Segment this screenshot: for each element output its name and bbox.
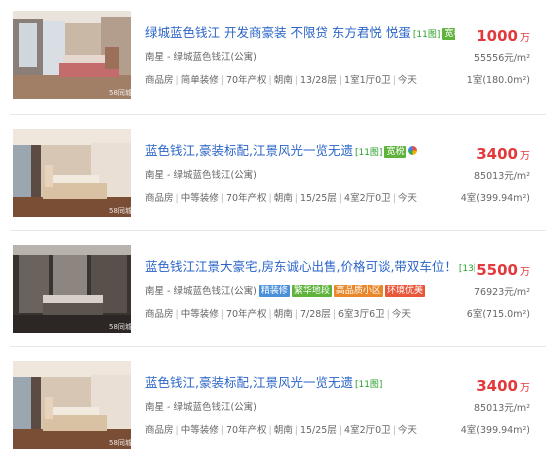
meta-orientation: 朝南 [273, 75, 293, 86]
meta-rooms: 4室2厅0卫 [344, 425, 391, 436]
price-unit: 万 [520, 383, 530, 394]
listing-meta: 商品房 | 简单装修 | 70年产权 | 朝南 | 13/28层 | 1室1厅0卫 | 今天 [145, 75, 417, 86]
multicolor-circle-icon [408, 146, 418, 155]
bedroom-photo: 58同城 [13, 11, 131, 99]
meta-rooms: 6室3厅6卫 [338, 309, 385, 320]
listing-photo[interactable]: 58同城 [13, 361, 131, 449]
meta-floor: 15/25层 [299, 425, 337, 436]
photo-count: [11图] [354, 148, 383, 158]
meta-decoration: 中等装修 [180, 425, 219, 436]
price-number: 3400 [476, 377, 518, 395]
photo-count: [13图] [458, 264, 475, 274]
meta-type: 商品房 [145, 309, 174, 320]
watermark-text: 58同城 [109, 207, 131, 215]
bathroom-photo: 58同城 [13, 245, 131, 333]
meta-date: 今天 [391, 309, 411, 320]
divider [10, 346, 546, 347]
meta-floor: 15/25层 [299, 193, 337, 204]
listing-price: 5500 万 [476, 260, 530, 279]
listing-price: 3400 万 [476, 144, 530, 163]
listing-item[interactable]: 58同城 蓝色钱江江景大豪宅,房东诚心出售,价格可谈,带双车位！[13图] 南星… [0, 234, 544, 344]
listing-title[interactable]: 蓝色钱江,豪装标配,江景风光一览无遗 [11图] [145, 375, 455, 393]
listing-layout: 4室(399.94m²) [460, 193, 530, 204]
listing-price: 3400 万 [476, 376, 530, 395]
price-number: 3400 [476, 145, 518, 163]
listing-address[interactable]: 南星 - 绿城蓝色钱江(公寓) [145, 286, 257, 297]
listing-layout: 4室(399.94m²) [460, 425, 530, 436]
meta-floor: 13/28层 [299, 75, 337, 86]
meta-orientation: 朝南 [273, 425, 293, 436]
listing-address[interactable]: 南星 - 绿城蓝色钱江(公寓) [145, 167, 257, 181]
meta-orientation: 朝南 [273, 193, 293, 204]
meta-type: 商品房 [145, 425, 174, 436]
feature-tag: 环境优美 [384, 285, 425, 297]
meta-date: 今天 [397, 193, 417, 204]
tax-badge: 宽税 [442, 28, 455, 40]
photo-count: [11图] [354, 380, 383, 390]
meta-type: 商品房 [145, 75, 174, 86]
listing-title[interactable]: 蓝色钱江江景大豪宅,房东诚心出售,价格可谈,带双车位！[13图] [145, 259, 475, 277]
listing-photo[interactable]: 58同城 [13, 245, 131, 333]
watermark-text: 58同城 [109, 439, 131, 447]
listing-address[interactable]: 南星 - 绿城蓝色钱江(公寓) [145, 49, 257, 63]
meta-decoration: 中等装修 [180, 309, 219, 320]
listing-photo[interactable]: 58同城 [13, 11, 131, 99]
feature-tag: 繁华地段 [291, 285, 332, 297]
meta-ownership: 70年产权 [225, 193, 267, 204]
meta-decoration: 简单装修 [180, 75, 219, 86]
watermark-text: 58同城 [109, 89, 131, 97]
meta-rooms: 4室2厅0卫 [344, 193, 391, 204]
listing-address-row: 南星 - 绿城蓝色钱江(公寓) 精装修 繁华地段 高品质小区 环境优美 [145, 283, 425, 297]
feature-tag: 精装修 [258, 285, 290, 297]
listing-meta: 商品房 | 中等装修 | 70年产权 | 朝南 | 15/25层 | 4室2厅0卫 | 今天 [145, 425, 417, 436]
listing-meta: 商品房 | 中等装修 | 70年产权 | 朝南 | 7/28层 | 6室3厅6卫 | 今天 [145, 309, 411, 320]
meta-ownership: 70年产权 [225, 309, 267, 320]
meta-date: 今天 [397, 425, 417, 436]
meta-rooms: 1室1厅0卫 [344, 75, 391, 86]
listing-list: 58同城 绿城蓝色钱江 开发商豪装 不限贷 东方君悦 悦蛋[11图]宽税 南星 … [0, 0, 558, 464]
feature-tag: 高品质小区 [333, 285, 383, 297]
unit-price: 76923元/m² [474, 287, 530, 298]
bedroom-photo: 58同城 [13, 361, 131, 449]
listing-photo[interactable]: 58同城 [13, 129, 131, 217]
meta-type: 商品房 [145, 193, 174, 204]
meta-date: 今天 [397, 75, 417, 86]
unit-price: 55556元/m² [474, 53, 530, 64]
meta-floor: 7/28层 [299, 309, 331, 320]
price-unit: 万 [520, 33, 530, 44]
tax-badge: 宽税 [384, 146, 407, 158]
listing-title-text[interactable]: 蓝色钱江,豪装标配,江景风光一览无遗 [145, 143, 353, 158]
unit-price: 85013元/m² [474, 403, 530, 414]
divider [10, 230, 546, 231]
listing-item[interactable]: 58同城 绿城蓝色钱江 开发商豪装 不限贷 东方君悦 悦蛋[11图]宽税 南星 … [0, 0, 544, 110]
listing-title[interactable]: 蓝色钱江,豪装标配,江景风光一览无遗 [11图] 宽税 [145, 143, 455, 161]
listing-item[interactable]: 58同城 蓝色钱江,豪装标配,江景风光一览无遗 [11图] 南星 - 绿城蓝色钱江… [0, 350, 544, 460]
photo-count: [11图] [412, 30, 441, 40]
price-unit: 万 [520, 267, 530, 278]
price-number: 1000 [476, 27, 518, 45]
listing-layout: 1室(180.0m²) [466, 75, 530, 86]
listing-price: 1000 万 [476, 26, 530, 45]
divider [10, 114, 546, 115]
price-unit: 万 [520, 151, 530, 162]
meta-orientation: 朝南 [273, 309, 293, 320]
meta-decoration: 中等装修 [180, 193, 219, 204]
listing-title[interactable]: 绿城蓝色钱江 开发商豪装 不限贷 东方君悦 悦蛋[11图]宽税 [145, 25, 455, 43]
listing-layout: 6室(715.0m²) [466, 309, 530, 320]
watermark-text: 58同城 [109, 323, 131, 331]
bedroom-photo: 58同城 [13, 129, 131, 217]
unit-price: 85013元/m² [474, 171, 530, 182]
meta-ownership: 70年产权 [225, 425, 267, 436]
price-number: 5500 [476, 261, 518, 279]
listing-address[interactable]: 南星 - 绿城蓝色钱江(公寓) [145, 399, 257, 413]
listing-title-text[interactable]: 蓝色钱江江景大豪宅,房东诚心出售,价格可谈,带双车位！ [145, 259, 457, 274]
listing-title-text[interactable]: 蓝色钱江,豪装标配,江景风光一览无遗 [145, 375, 353, 390]
listing-item[interactable]: 58同城 蓝色钱江,豪装标配,江景风光一览无遗 [11图] 宽税 南星 - 绿城蓝色… [0, 118, 544, 228]
listing-meta: 商品房 | 中等装修 | 70年产权 | 朝南 | 15/25层 | 4室2厅0卫 | 今天 [145, 193, 417, 204]
meta-ownership: 70年产权 [225, 75, 267, 86]
listing-title-text[interactable]: 绿城蓝色钱江 开发商豪装 不限贷 东方君悦 悦蛋 [145, 25, 411, 40]
